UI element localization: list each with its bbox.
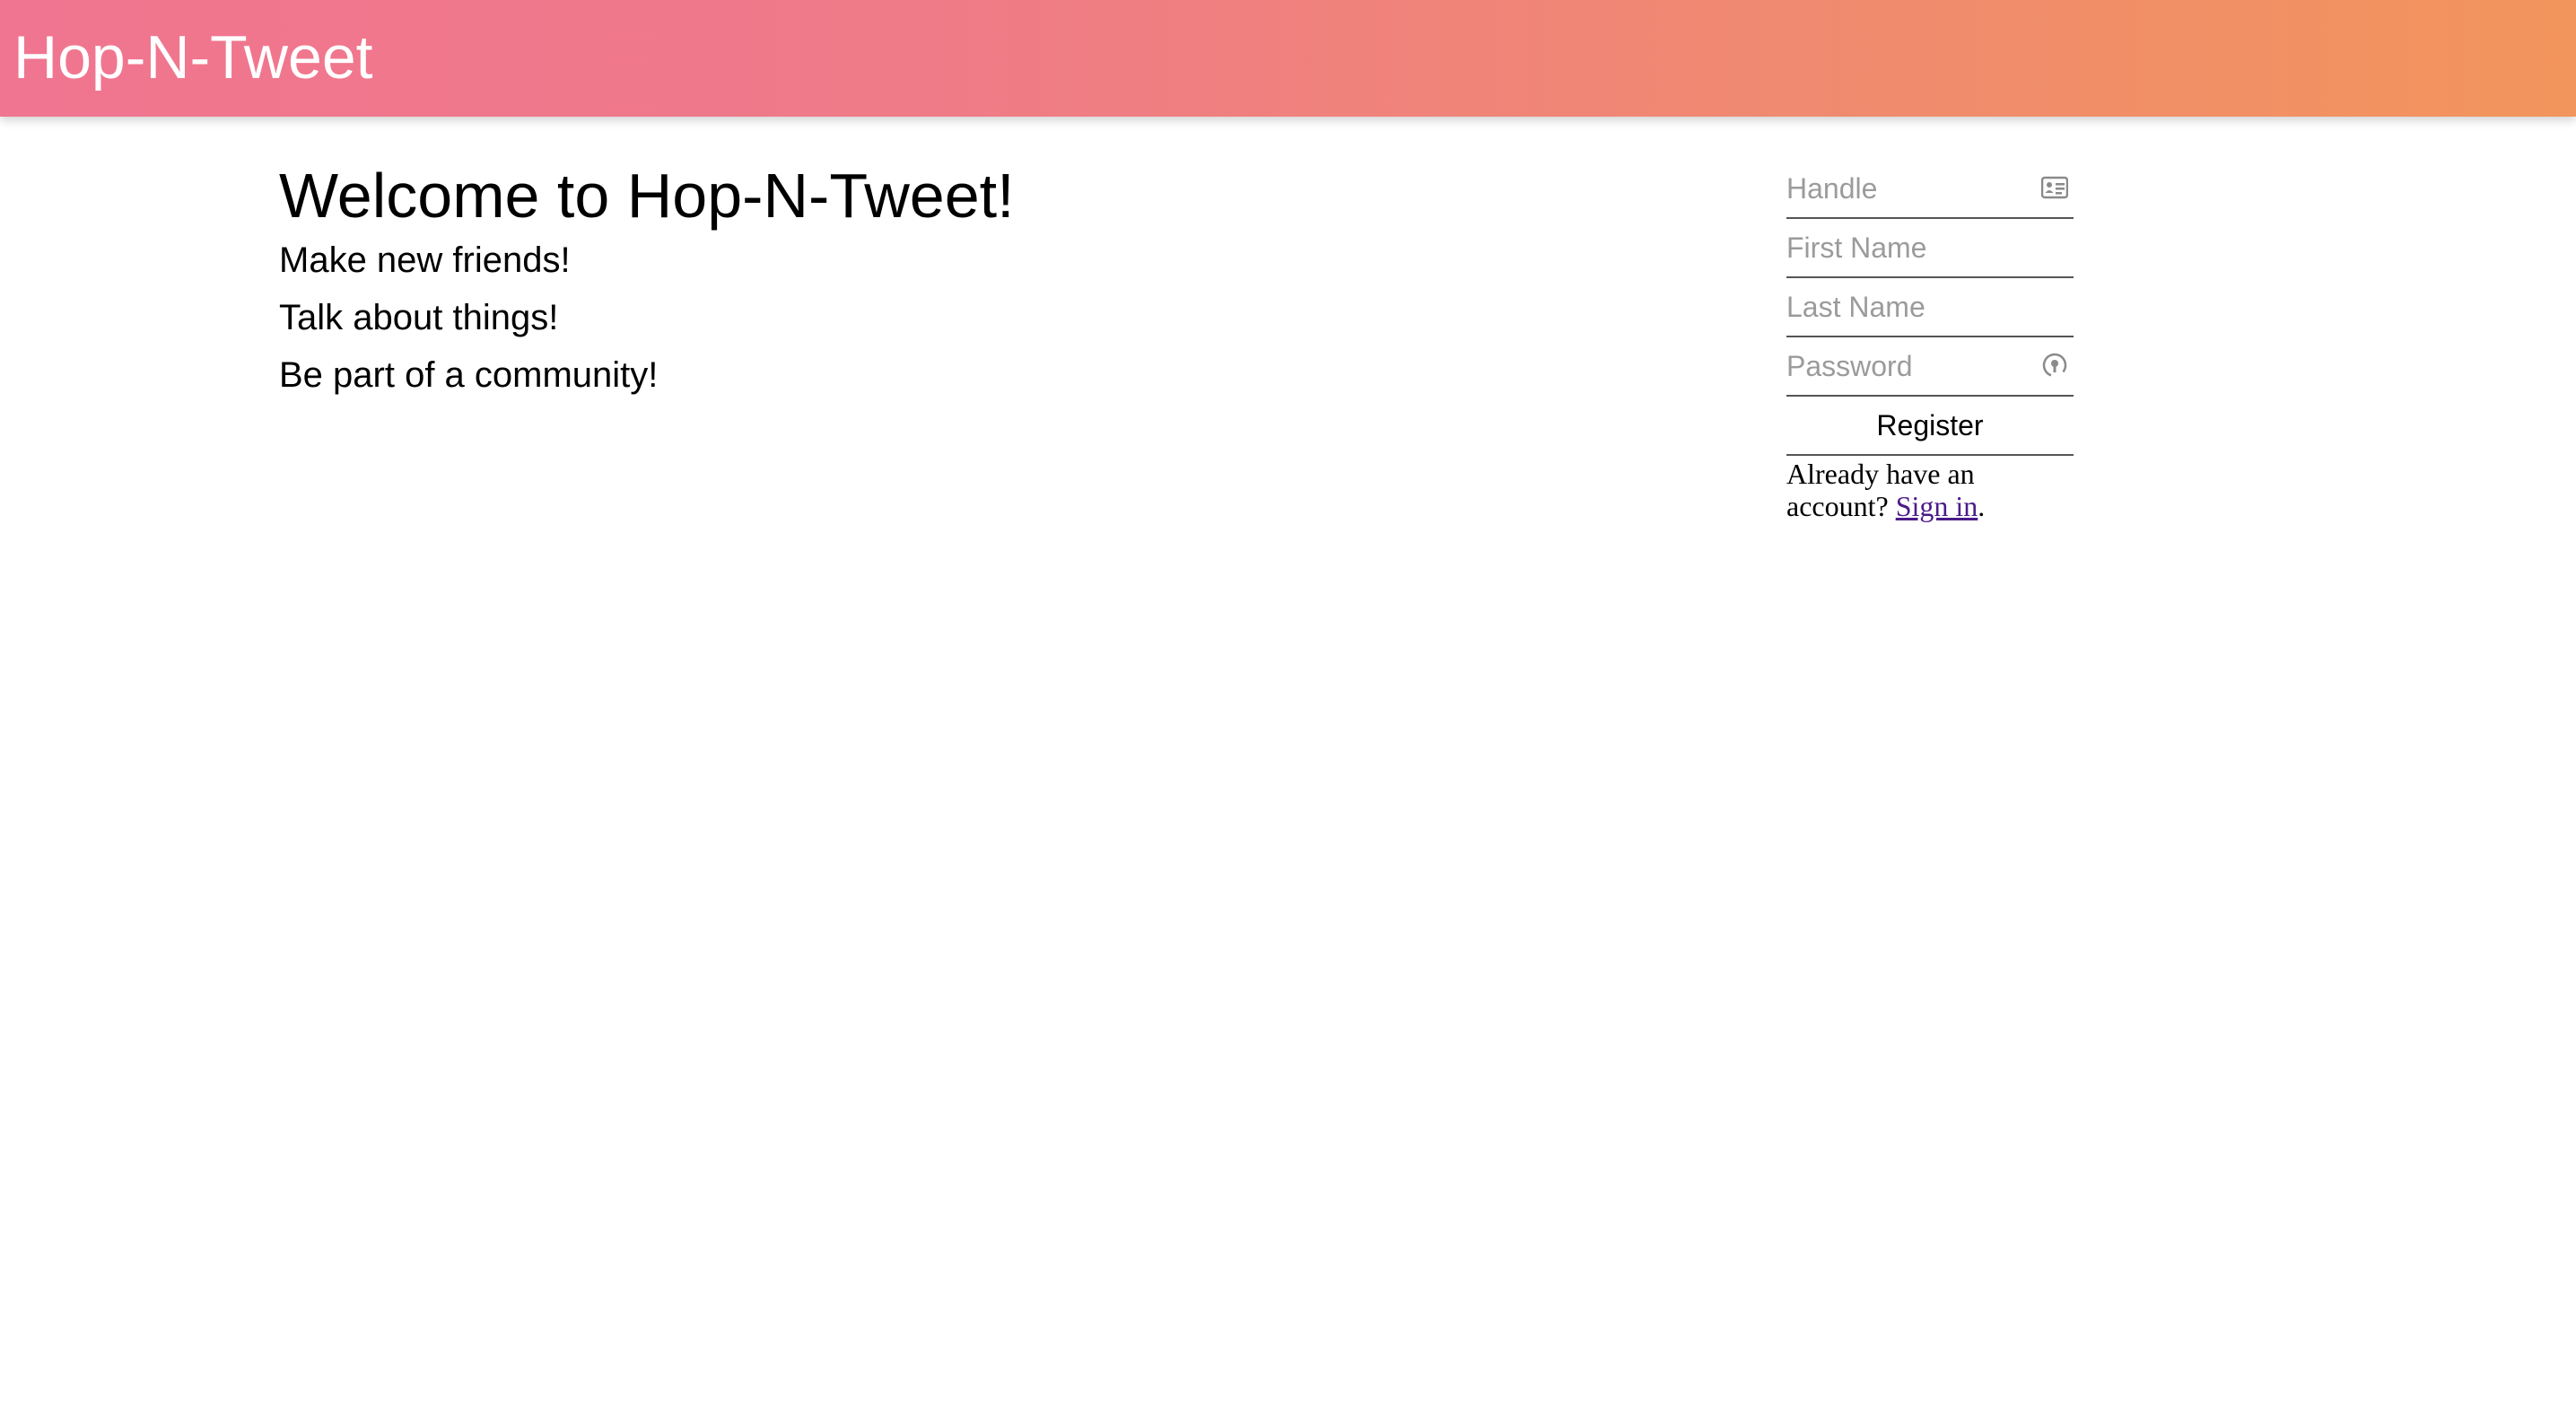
- handle-field-row: [1786, 160, 2074, 219]
- signin-link[interactable]: Sign in: [1896, 490, 1978, 522]
- register-button[interactable]: Register: [1786, 397, 2074, 456]
- tagline-friends: Make new friends!: [279, 240, 571, 280]
- welcome-title: Welcome to Hop-N-Tweet!: [279, 161, 1015, 231]
- signin-prompt: Already have an account? Sign in.: [1786, 458, 2002, 522]
- signin-suffix: .: [1978, 490, 1986, 522]
- password-input[interactable]: [1786, 339, 2074, 393]
- app-header: Hop-N-Tweet: [0, 0, 2576, 117]
- contact-card-icon: [2040, 174, 2069, 201]
- first-name-field-row: [1786, 219, 2074, 278]
- tagline-talk: Talk about things!: [279, 298, 559, 337]
- handle-input[interactable]: [1786, 162, 2074, 215]
- last-name-field-row: [1786, 278, 2074, 337]
- password-key-icon[interactable]: [2041, 352, 2068, 379]
- register-form: Register Already have an account? Sign i…: [1786, 160, 2074, 522]
- last-name-input[interactable]: [1786, 280, 2074, 334]
- first-name-input[interactable]: [1786, 221, 2074, 275]
- brand-title[interactable]: Hop-N-Tweet: [13, 23, 373, 92]
- password-field-row: [1786, 337, 2074, 397]
- tagline-community: Be part of a community!: [279, 355, 659, 395]
- welcome-section: Welcome to Hop-N-Tweet! Make new friends…: [279, 160, 1625, 404]
